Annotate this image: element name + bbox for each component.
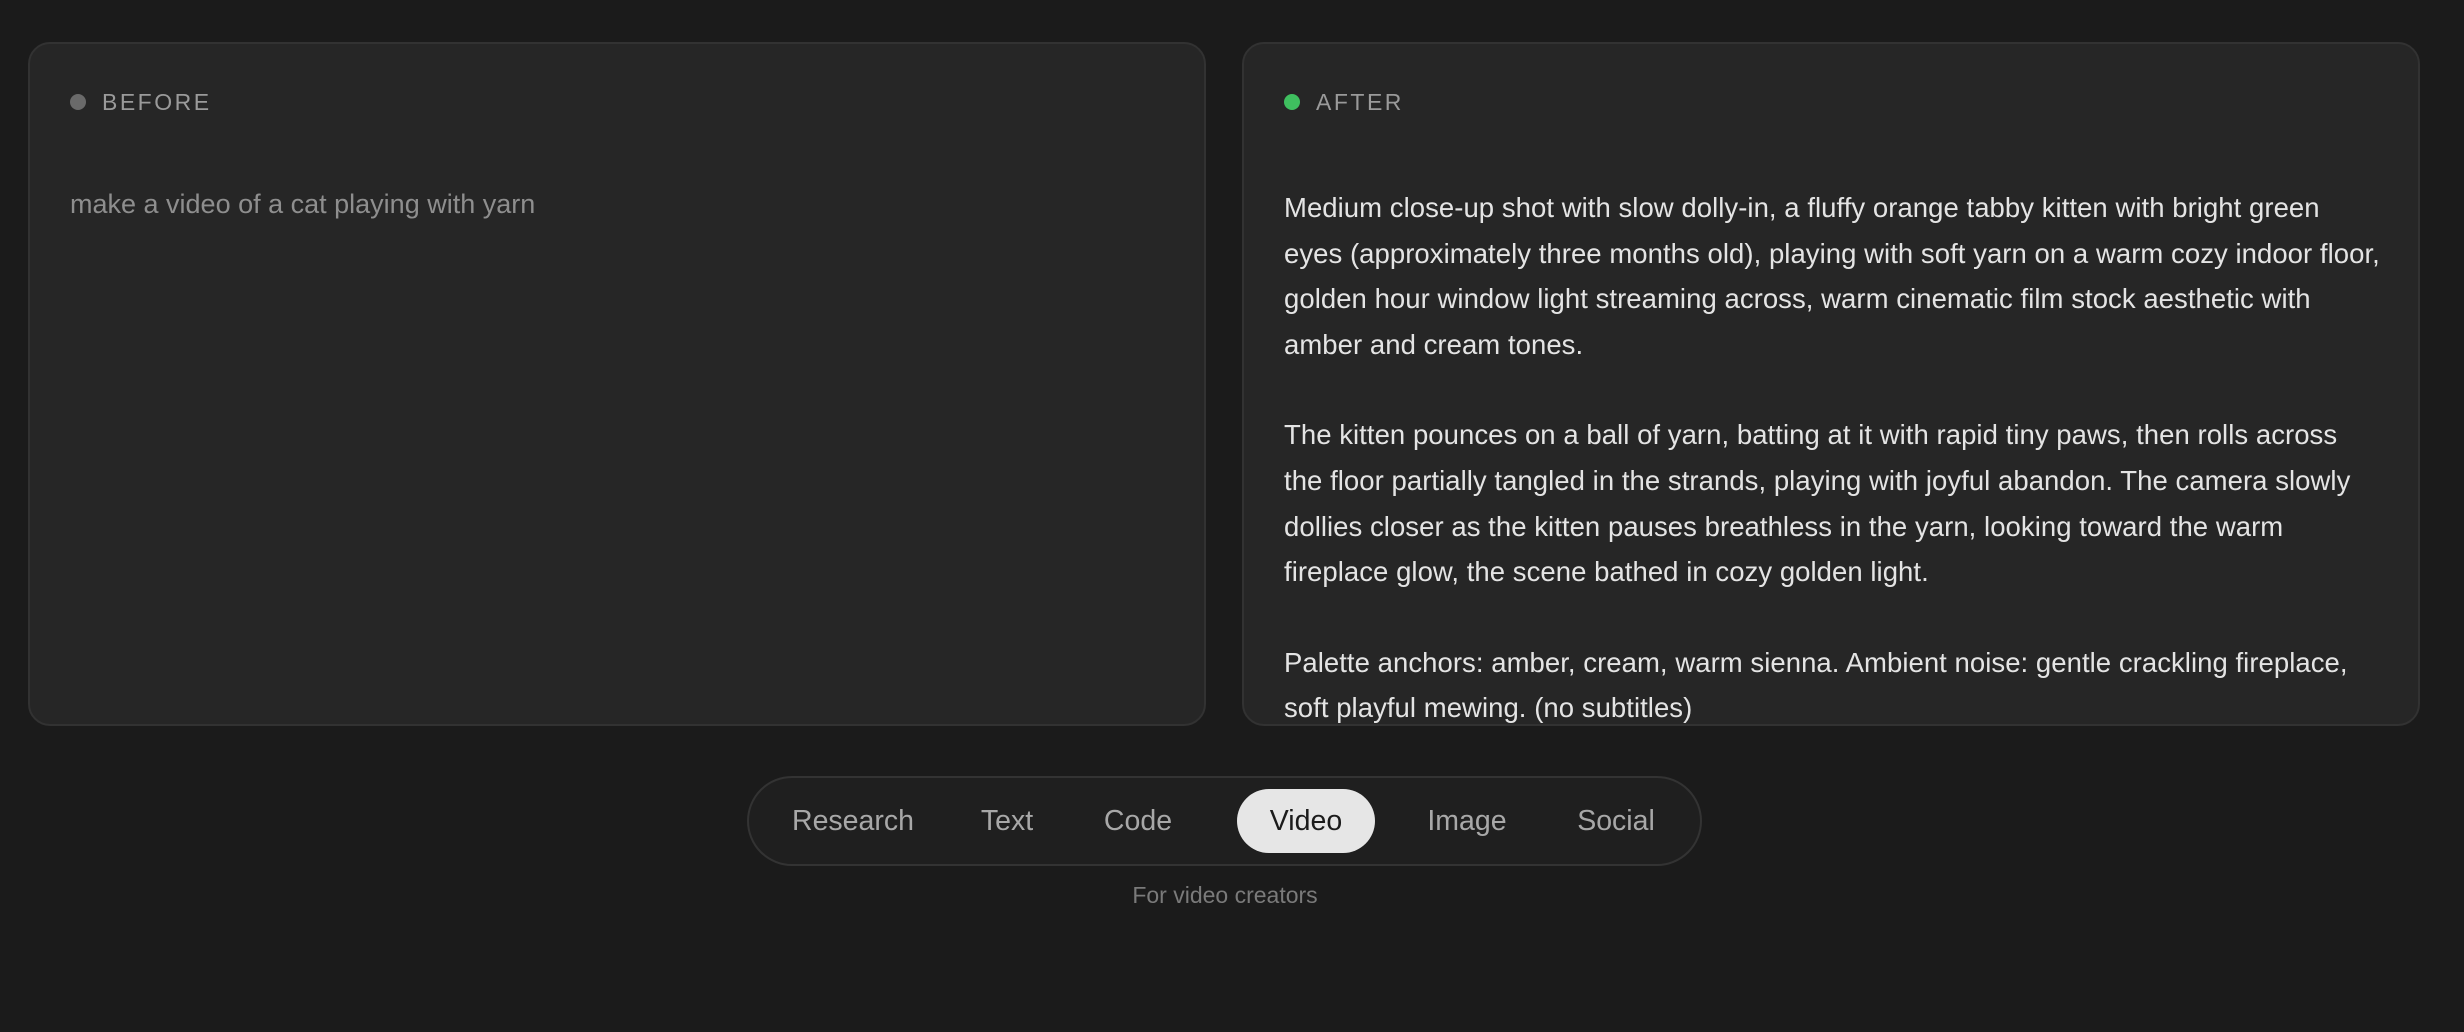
tab-social[interactable]: Social bbox=[1557, 789, 1675, 853]
prompt-comparison-page: BEFORE make a video of a cat playing wit… bbox=[0, 0, 2464, 1032]
before-panel: BEFORE make a video of a cat playing wit… bbox=[28, 42, 1206, 726]
tab-code[interactable]: Code bbox=[1088, 789, 1188, 853]
category-tab-bar: Research Text Code Video Image Social bbox=[747, 776, 1702, 866]
tab-research[interactable]: Research bbox=[767, 789, 939, 853]
after-paragraph-palette: Palette anchors: amber, cream, warm sien… bbox=[1284, 646, 2348, 724]
after-status-dot-icon bbox=[1284, 94, 1300, 110]
after-panel: AFTER Medium close-up shot with slow dol… bbox=[1242, 42, 2420, 726]
tab-image[interactable]: Image bbox=[1411, 789, 1523, 853]
after-paragraph-shot: Medium close-up shot with slow dolly-in,… bbox=[1284, 192, 2380, 360]
after-paragraph-action: The kitten pounces on a ball of yarn, ba… bbox=[1284, 419, 2351, 588]
tab-caption: For video creators bbox=[1132, 882, 1318, 908]
tab-video[interactable]: Video bbox=[1237, 789, 1375, 853]
tab-text[interactable]: Text bbox=[963, 789, 1051, 853]
after-prompt-body: Medium close-up shot with slow dolly-in,… bbox=[1284, 185, 2380, 731]
after-header: AFTER bbox=[1284, 88, 1404, 116]
before-label: BEFORE bbox=[102, 88, 212, 115]
before-status-dot-icon bbox=[70, 94, 86, 110]
before-header: BEFORE bbox=[70, 88, 212, 116]
after-label: AFTER bbox=[1316, 88, 1404, 115]
before-prompt-text: make a video of a cat playing with yarn bbox=[70, 189, 536, 219]
